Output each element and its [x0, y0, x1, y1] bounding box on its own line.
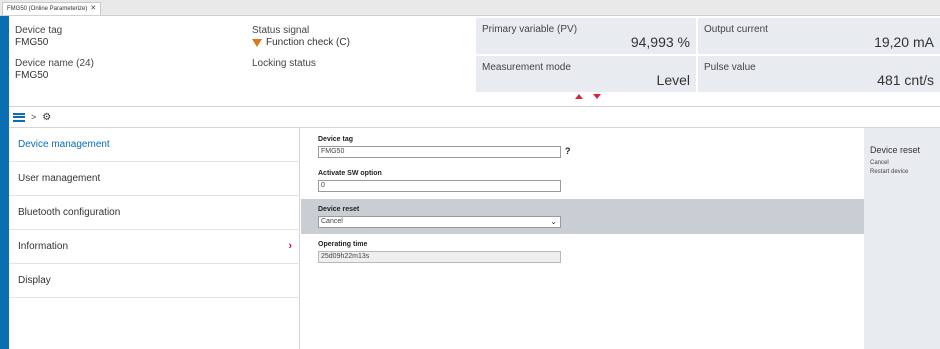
field-device-reset: Device reset Cancel ⌄ — [301, 199, 864, 234]
help-panel-line: Restart device — [870, 169, 909, 175]
pulse-value-box: Pulse value 481 cnt/s — [698, 56, 940, 92]
accent-bar — [0, 16, 9, 349]
nav-item-display[interactable]: Display — [9, 264, 300, 298]
device-reset-selected: Cancel — [321, 218, 343, 225]
chevron-down-icon: ⌄ — [550, 217, 557, 226]
help-panel-line: Cancel — [870, 160, 889, 166]
close-icon[interactable]: ✕ — [90, 3, 96, 15]
nav-item-user-management[interactable]: User management — [9, 162, 300, 196]
locking-status-label: Locking status — [252, 58, 316, 69]
device-tag-label: Device tag — [15, 25, 63, 36]
device-header: Device tag FMG50 Device name (24) FMG50 … — [9, 16, 940, 106]
status-signal-label: Status signal — [252, 25, 310, 36]
activate-sw-input[interactable]: 0 — [318, 180, 561, 192]
device-tag-input[interactable]: FMG50 — [318, 146, 561, 158]
breadcrumb: > ⚙ — [9, 107, 940, 128]
device-reset-field-label: Device reset — [318, 206, 360, 213]
help-panel-title: Device reset — [870, 145, 921, 155]
output-current-value: 19,20 mA — [874, 34, 934, 50]
device-name-value: FMG50 — [15, 70, 49, 81]
pulse-value-value: 481 cnt/s — [877, 72, 934, 88]
pv-value: 94,993 % — [630, 34, 690, 50]
nav-item-label: User management — [18, 173, 101, 184]
device-tag-value: FMG50 — [15, 37, 49, 48]
field-device-tag: Device tag FMG50 ? — [301, 128, 864, 163]
field-operating-time: Operating time 25d09h22m13s — [301, 234, 864, 269]
help-icon[interactable]: ? — [565, 146, 571, 156]
measurement-mode-label: Measurement mode — [482, 62, 571, 73]
device-tag-field-label: Device tag — [318, 136, 354, 143]
output-current-label: Output current — [704, 24, 768, 35]
tab-fmg50[interactable]: FMG50 (Online Parameterize) ✕ — [2, 2, 102, 15]
expand-up-icon[interactable] — [575, 94, 583, 99]
menu-icon[interactable] — [13, 112, 25, 122]
measurement-mode-box: Measurement mode Level — [476, 56, 696, 92]
field-activate-sw-option: Activate SW option 0 — [301, 163, 864, 198]
breadcrumb-separator: > — [31, 112, 37, 122]
chevron-right-icon: › — [288, 240, 292, 252]
nav-item-device-management[interactable]: Device management — [9, 128, 300, 162]
activate-sw-field-label: Activate SW option — [318, 170, 382, 177]
collapse-down-icon[interactable] — [593, 94, 601, 99]
nav-item-label: Display — [18, 275, 51, 286]
pv-box: Primary variable (PV) 94,993 % — [476, 18, 696, 54]
operating-time-field-label: Operating time — [318, 241, 368, 248]
help-panel: Device reset Cancel Restart device — [864, 128, 940, 349]
device-name-label: Device name (24) — [15, 58, 94, 69]
nav-item-label: Bluetooth configuration — [18, 207, 121, 218]
settings-nav: Device management User management Blueto… — [9, 128, 300, 349]
header-toggle — [575, 94, 601, 99]
status-signal-value: Function check (C) — [266, 37, 350, 48]
tab-strip: FMG50 (Online Parameterize) ✕ — [0, 0, 940, 16]
nav-item-label: Information — [18, 241, 69, 252]
tab-label: FMG50 (Online Parameterize) — [7, 6, 88, 12]
device-reset-select[interactable]: Cancel ⌄ — [318, 216, 561, 228]
nav-item-label: Device management — [18, 139, 110, 150]
nav-item-information[interactable]: Information › — [9, 230, 300, 264]
measurement-mode-value: Level — [656, 72, 690, 88]
gear-icon[interactable]: ⚙ — [42, 112, 51, 123]
warning-icon — [252, 38, 262, 47]
status-signal: Function check (C) — [252, 37, 350, 48]
operating-time-value: 25d09h22m13s — [318, 251, 561, 263]
parameter-form: Device tag FMG50 ? Activate SW option 0 … — [301, 128, 864, 349]
pulse-value-label: Pulse value — [704, 62, 756, 73]
pv-label: Primary variable (PV) — [482, 24, 578, 35]
nav-item-bluetooth-configuration[interactable]: Bluetooth configuration — [9, 196, 300, 230]
output-current-box: Output current 19,20 mA — [698, 18, 940, 54]
